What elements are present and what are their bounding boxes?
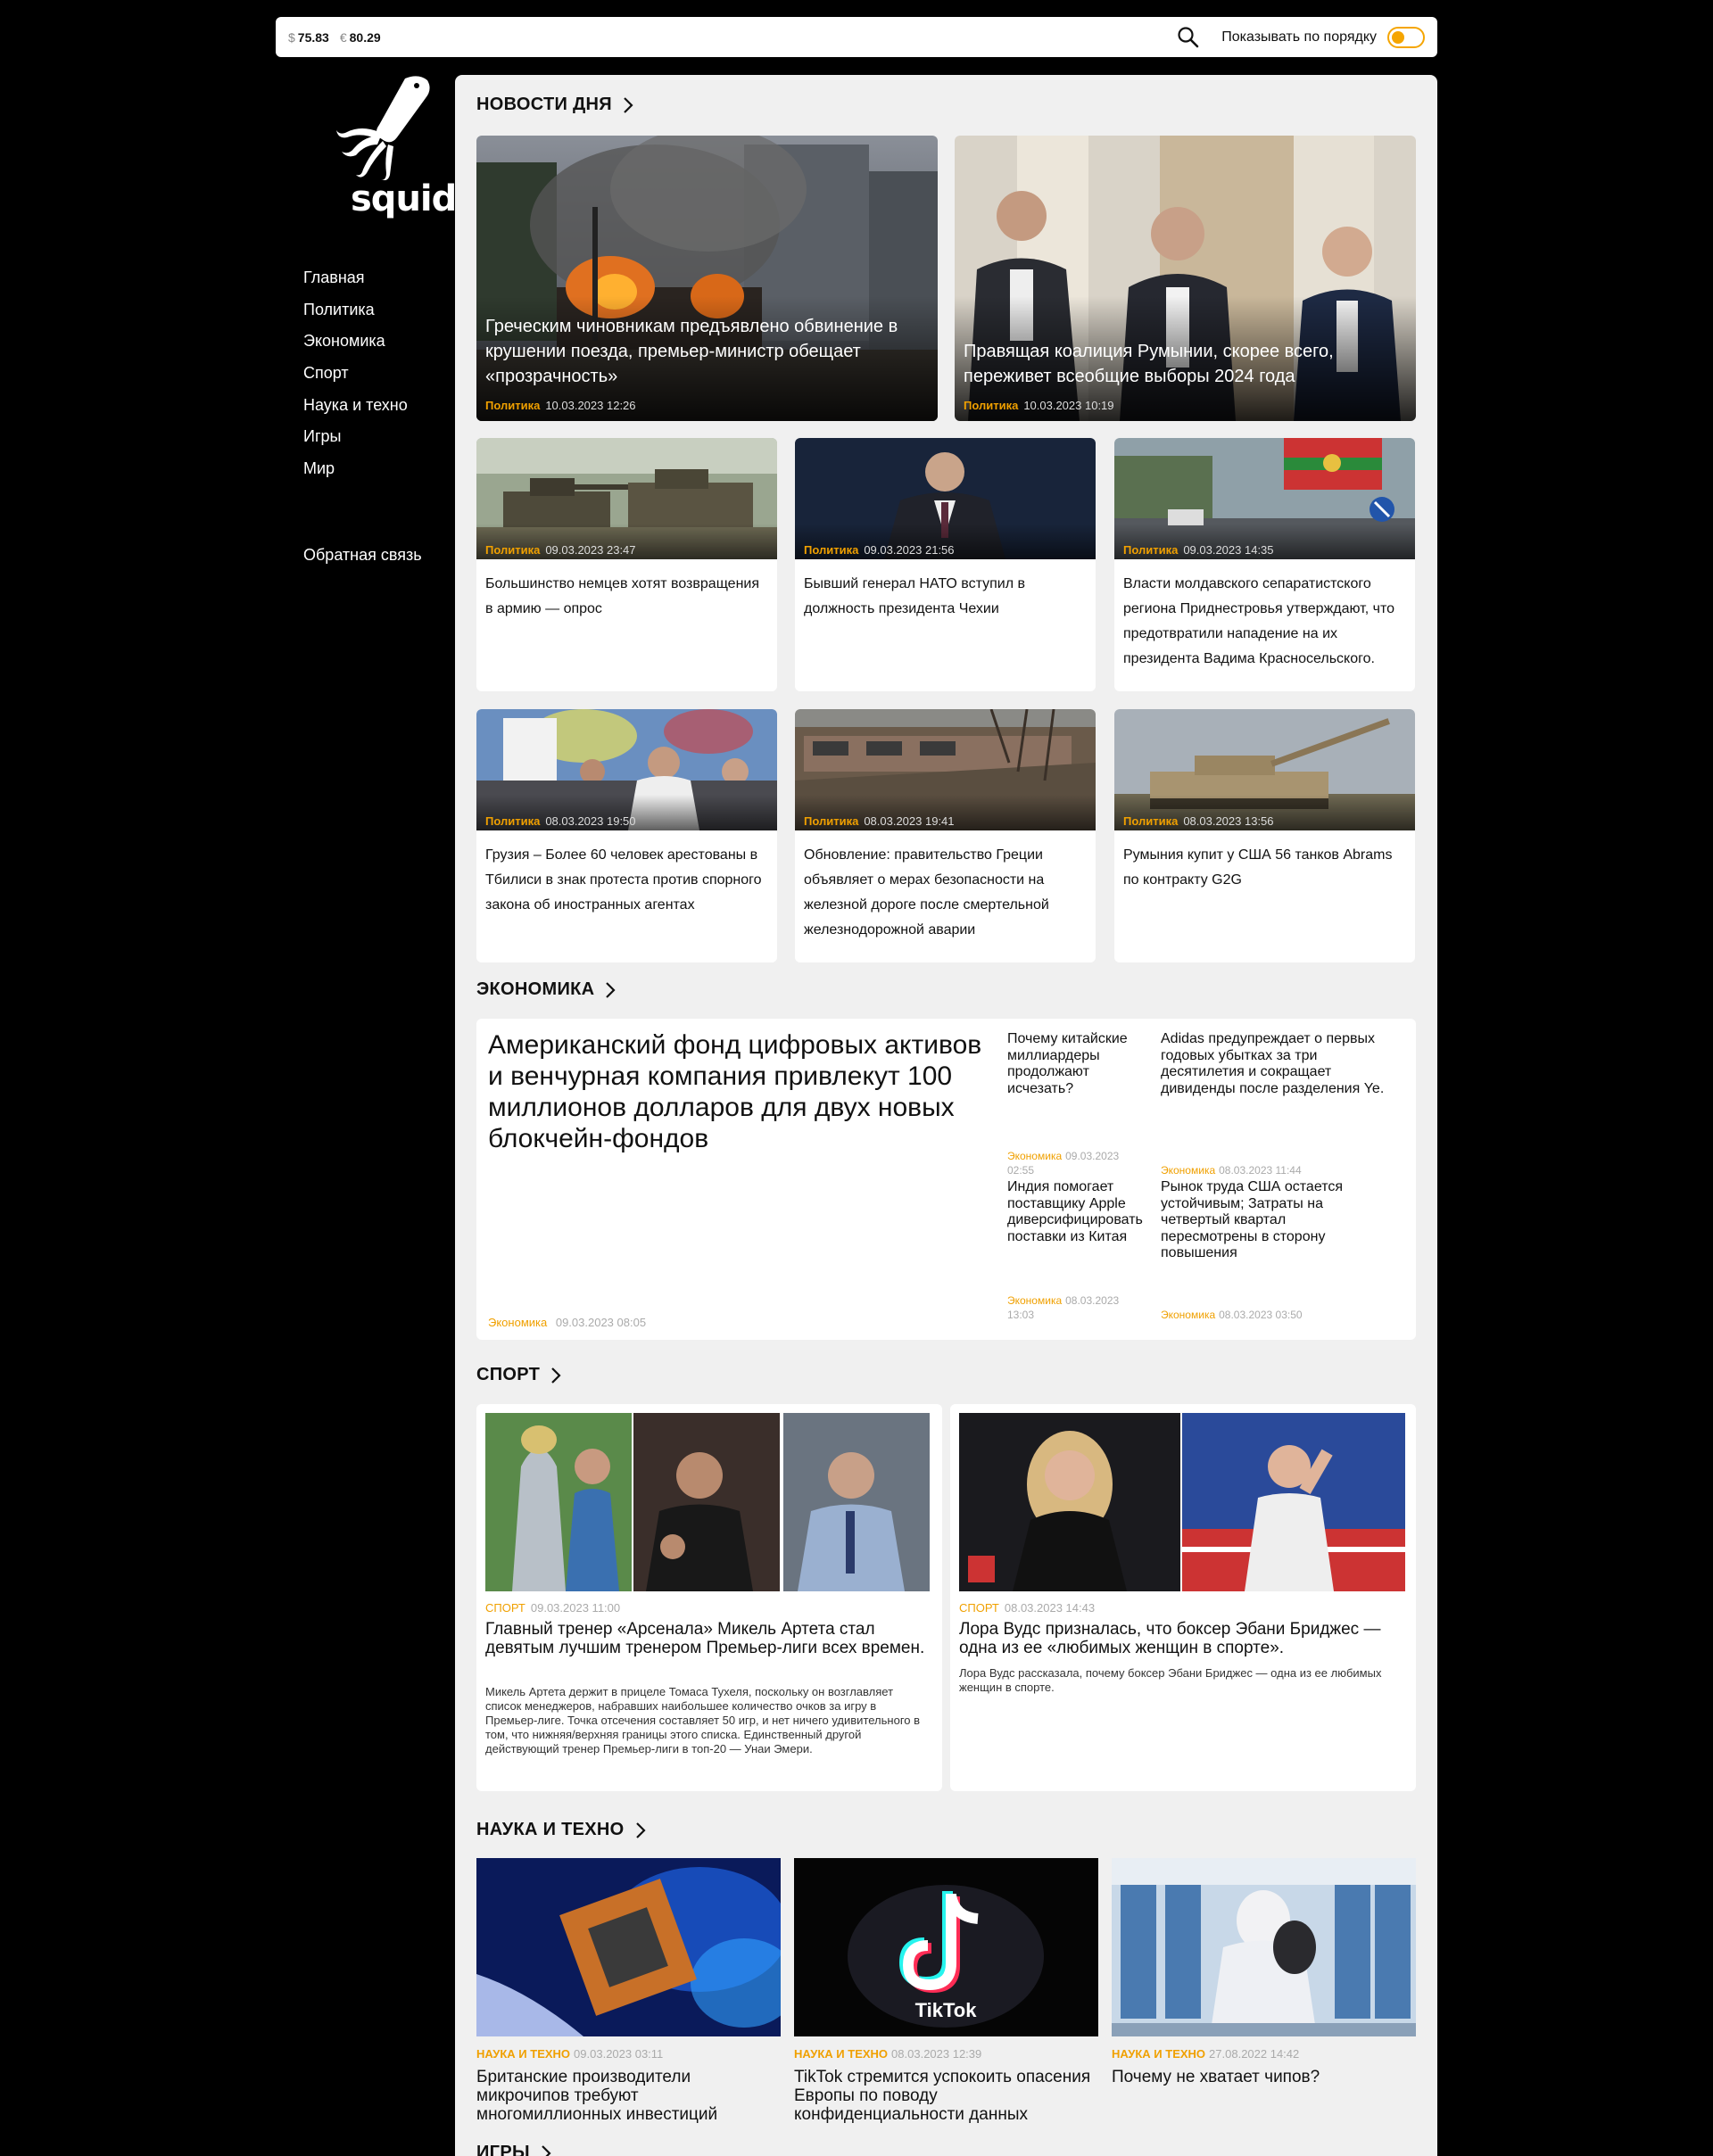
hero-meta: Политика 10.03.2023 10:19 — [964, 399, 1114, 412]
sport-description: Лора Вудс рассказала, почему боксер Эбан… — [959, 1666, 1382, 1694]
economy-item[interactable]: Рынок труда США остается устойчивым; Зат… — [1161, 1179, 1370, 1331]
nav-item-politics[interactable]: Политика — [303, 294, 408, 326]
search-icon[interactable] — [1175, 24, 1202, 51]
economy-item[interactable]: Adidas предупреждает о первых годовых уб… — [1161, 1031, 1397, 1183]
news-card[interactable]: Политика 09.03.2023 23:47 Большинство нем… — [476, 438, 777, 691]
tech-image-tiktok: TikTok — [794, 1858, 1098, 2036]
usd-rate: $75.83 — [288, 29, 329, 45]
tech-card[interactable]: НАУКА И ТЕХНО 08.03.2023 12:39 TikTok стр… — [794, 2047, 1098, 2124]
news-card[interactable]: Политика 08.03.2023 19:41 Обновление: пра… — [795, 709, 1096, 962]
sport-title: Лора Вудс призналась, что боксер Эбани Б… — [959, 1620, 1381, 1657]
news-title: Грузия – Более 60 человек арестованы в Т… — [485, 847, 762, 913]
hero-card[interactable]: Греческим чиновникам предъявлено обвинен… — [476, 136, 938, 421]
tech-card-image[interactable]: TikTok — [794, 1858, 1098, 2036]
top-bar: $75.83 €80.29 Показывать по порядку — [276, 17, 1437, 57]
tiktok-logo-text: TikTok — [915, 1999, 978, 2021]
chevron-right-icon — [624, 96, 633, 113]
section-economy-heading[interactable]: ЭКОНОМИКА — [476, 979, 616, 1000]
hero-meta: Политика 10.03.2023 12:26 — [485, 399, 636, 412]
hero-title: Греческим чиновникам предъявлено обвинен… — [485, 317, 898, 386]
main-content: НОВОСТИ ДНЯ Греческим чиновникам предъяв… — [455, 75, 1437, 2156]
nav-item-economy[interactable]: Экономика — [303, 326, 408, 358]
currency-rates: $75.83 €80.29 — [288, 30, 381, 45]
section-news-heading[interactable]: НОВОСТИ ДНЯ — [476, 95, 633, 115]
tech-card-image[interactable] — [1112, 1858, 1416, 2036]
toggle-knob — [1392, 30, 1404, 44]
news-title: Обновление: правительство Греции объявля… — [804, 847, 1049, 938]
economy-block: Американский фонд цифровых активов и вен… — [476, 1019, 1416, 1340]
sport-card[interactable]: СПОРТ 09.03.2023 11:00 Главный тренер «Ар… — [476, 1404, 942, 1791]
hero-card[interactable]: Правящая коалиция Румынии, скорее всего,… — [955, 136, 1416, 421]
tech-image-cleanroom — [1112, 1858, 1416, 2036]
economy-item[interactable]: Индия помогает поставщику Apple диверсиф… — [1007, 1179, 1159, 1331]
tech-card[interactable]: НАУКА И ТЕХНО 27.08.2022 14:42 Почему не … — [1112, 2047, 1416, 2086]
squid-logo[interactable]: squid — [311, 73, 457, 225]
tech-card-image[interactable] — [476, 1858, 781, 2036]
chevron-right-icon — [551, 1367, 561, 1384]
logo-text: squid — [351, 178, 457, 219]
tech-card[interactable]: НАУКА И ТЕХНО 09.03.2023 03:11 Британские… — [476, 2047, 781, 2124]
main-nav: Главная Политика Экономика Спорт Наука и… — [303, 262, 408, 485]
sport-description: Микель Артета держит в прицеле Томаса Ту… — [485, 1685, 921, 1755]
nav-item-home[interactable]: Главная — [303, 262, 408, 294]
news-title: Власти молдавского сепаратистского регио… — [1123, 576, 1394, 666]
tech-title: TikTok стремится успокоить опасения Евро… — [794, 2068, 1091, 2124]
news-title: Большинство немцев хотят возвращения в а… — [485, 576, 760, 616]
chevron-right-icon — [635, 1821, 646, 1838]
nav-item-world[interactable]: Мир — [303, 453, 408, 485]
news-title: Румыния купит у США 56 танков Abrams по … — [1123, 847, 1393, 888]
sport-card[interactable]: СПОРТ 08.03.2023 14:43 Лора Вудс признала… — [950, 1404, 1416, 1791]
section-sport-heading[interactable]: СПОРТ — [476, 1365, 561, 1385]
news-card[interactable]: Политика 08.03.2023 13:56 Румыния купит у… — [1114, 709, 1415, 962]
news-card[interactable]: Политика 08.03.2023 19:50 Грузия – Более … — [476, 709, 777, 962]
news-card[interactable]: Политика 09.03.2023 14:35 Власти молдавск… — [1114, 438, 1415, 691]
chevron-right-icon — [606, 981, 616, 998]
eur-rate: €80.29 — [339, 29, 381, 45]
tech-title: Почему не хватает чипов? — [1112, 2068, 1320, 2086]
economy-main-meta: Экономика 09.03.2023 08:05 — [488, 1316, 647, 1329]
order-label: Показывать по порядку — [1221, 29, 1377, 45]
nav-item-sport[interactable]: Спорт — [303, 358, 408, 390]
economy-main-title[interactable]: Американский фонд цифровых активов и вен… — [488, 1029, 988, 1154]
tech-title: Британские производители микрочипов треб… — [476, 2068, 718, 2124]
feedback-link[interactable]: Обратная связь — [303, 546, 422, 565]
sport-image-coaches — [485, 1413, 930, 1591]
news-title: Бывший генерал НАТО вступил в должность … — [804, 576, 1025, 616]
economy-item[interactable]: Почему китайские миллиардеры продолжают … — [1007, 1031, 1141, 1183]
news-card[interactable]: Политика 09.03.2023 21:56 Бывший генерал … — [795, 438, 1096, 691]
tech-image-microchip — [476, 1858, 781, 2036]
nav-item-science-tech[interactable]: Наука и техно — [303, 390, 408, 422]
sport-image-boxer — [959, 1413, 1405, 1591]
section-tech-heading[interactable]: НАУКА И ТЕХНО — [476, 1820, 646, 1840]
section-games-heading[interactable]: ИГРЫ — [476, 2143, 551, 2156]
hero-title: Правящая коалиция Румынии, скорее всего,… — [964, 342, 1334, 386]
nav-item-games[interactable]: Игры — [303, 421, 408, 453]
sport-title: Главный тренер «Арсенала» Микель Артета … — [485, 1620, 925, 1657]
order-toggle[interactable] — [1387, 26, 1425, 48]
chevron-right-icon — [542, 2144, 551, 2156]
